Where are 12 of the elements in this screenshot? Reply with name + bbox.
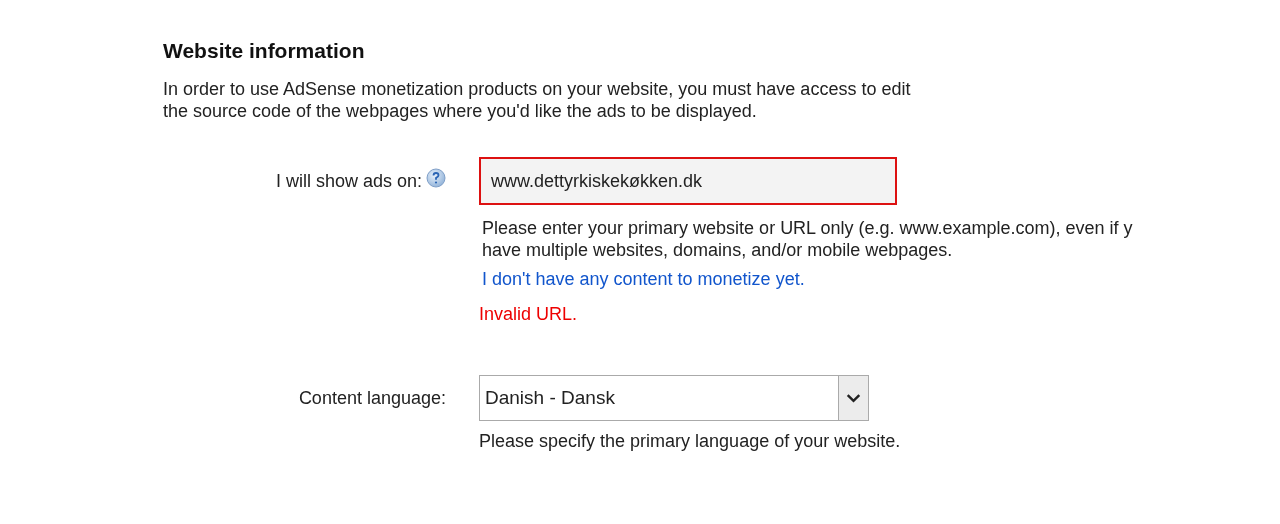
intro-text: In order to use AdSense monetization products on your website, you must have access to edit the source code of the webpages where you'd like the ads to be displayed.: [163, 78, 912, 122]
field-label: Content language:: [298, 387, 446, 409]
caret-icon[interactable]: [838, 376, 868, 420]
section-title: Website information: [163, 38, 366, 64]
help-text: Please enter your primary website or URL only (e.g. www.example.com), even if y have multiple websites, domains, and/or mobile webpages.: [482, 217, 1134, 261]
website-input[interactable]: www.dettyrkiskekøkken.dk: [479, 157, 897, 205]
help-text: Please specify the primary language of your website.: [479, 431, 902, 452]
language-select[interactable]: Danish - Dansk: [479, 375, 869, 421]
field-label: I will show ads on:: [275, 170, 422, 192]
help-icon[interactable]: [426, 168, 446, 188]
no-content-link[interactable]: I don't have any content to monetize yet.: [482, 269, 1280, 290]
error-message: Invalid URL.: [479, 304, 579, 325]
